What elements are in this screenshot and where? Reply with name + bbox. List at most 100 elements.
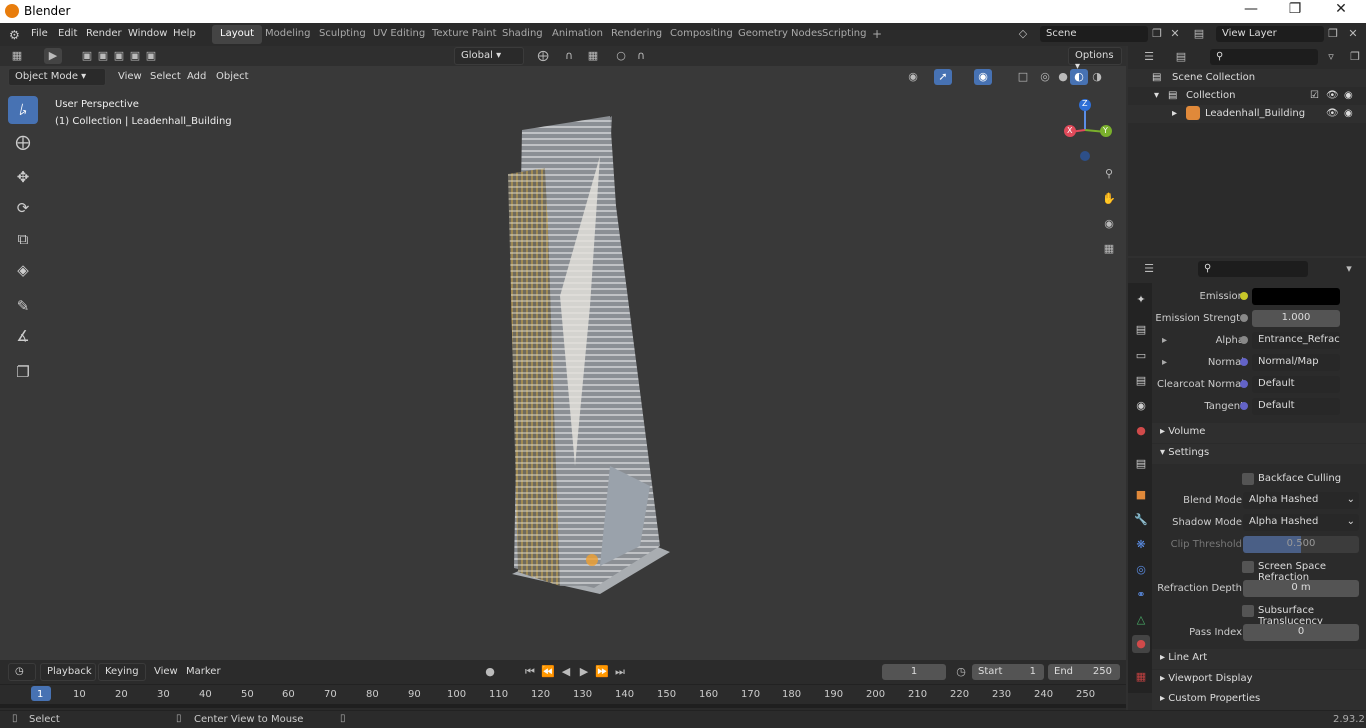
measure-tool[interactable]: ∡ — [8, 322, 38, 350]
gizmo-toggle-icon[interactable]: ➚ — [934, 69, 952, 85]
camera-view-icon[interactable]: ◉ — [1100, 216, 1118, 232]
scene-tab-icon[interactable]: ◉ — [1132, 397, 1150, 415]
prev-keyframe-icon[interactable]: ⏪ — [539, 664, 557, 680]
camera-icon[interactable]: ◉ — [1344, 87, 1353, 105]
tab-shading[interactable]: Shading — [494, 25, 551, 44]
cursor-tool[interactable]: ⨁ — [8, 128, 38, 156]
editor-type-icon[interactable]: ▦ — [8, 48, 26, 64]
object-tab-icon[interactable]: ■ — [1132, 486, 1150, 504]
add-workspace-icon[interactable]: + — [866, 25, 888, 44]
material-tab-icon[interactable]: ● — [1132, 635, 1150, 653]
outliner-editor-type-icon[interactable]: ☰ — [1140, 49, 1158, 65]
view-layer-field[interactable]: View Layer — [1216, 26, 1324, 42]
select-box-tool[interactable]: ⭞ — [8, 96, 38, 124]
eye-icon[interactable]: 👁 — [1326, 87, 1339, 105]
display-mode-icon[interactable]: ▤ — [1172, 49, 1190, 65]
emission-strength-socket-icon[interactable] — [1240, 314, 1248, 322]
select-tool-icon[interactable]: ▶ — [44, 48, 62, 64]
new-collection-icon[interactable]: ❐ — [1346, 49, 1364, 65]
line-art-panel-header[interactable]: ▸ Line Art — [1152, 649, 1366, 669]
timeline-ruler[interactable]: 1 10 20 30 40 50 60 70 80 90 100 110 120… — [0, 684, 1126, 710]
timeline-editor-type-icon[interactable]: ◷ — [8, 663, 36, 681]
blender-menu-icon[interactable]: ⚙ — [9, 28, 20, 42]
shadow-mode-dropdown[interactable]: Alpha Hashed ⌄ — [1243, 514, 1359, 531]
zoom-icon[interactable]: ⚲ — [1100, 166, 1118, 182]
rotate-tool[interactable]: ⟳ — [8, 194, 38, 222]
expand-arrow-icon[interactable]: ▸ — [1172, 105, 1177, 123]
tab-modeling[interactable]: Modeling — [257, 25, 319, 44]
add-cube-tool[interactable]: ❐ — [8, 358, 38, 386]
menu-render[interactable]: Render — [86, 28, 122, 39]
refraction-depth-field[interactable]: 0 m — [1243, 580, 1359, 597]
navigation-gizmo[interactable]: Z Y X — [1058, 96, 1118, 164]
move-tool[interactable]: ✥ — [8, 163, 38, 191]
jump-start-icon[interactable]: ⏮ — [521, 664, 539, 680]
render-tab-icon[interactable]: ▤ — [1132, 321, 1150, 339]
timeline-scrollbar[interactable] — [0, 704, 1126, 708]
timeline-menu-view[interactable]: View — [154, 666, 178, 677]
minimize-icon[interactable]: — — [1236, 1, 1266, 17]
emission-socket-icon[interactable] — [1240, 292, 1248, 300]
tool-tab-icon[interactable]: ✦ — [1132, 291, 1150, 309]
new-view-layer-icon[interactable]: ❐ — [1324, 26, 1342, 42]
overlay-toggle-icon[interactable]: ◉ — [974, 69, 992, 85]
volume-panel-header[interactable]: ▸ Volume — [1152, 423, 1366, 443]
delete-view-layer-icon[interactable]: ✕ — [1344, 26, 1362, 42]
sss-checkbox[interactable] — [1242, 605, 1254, 617]
emission-color-field[interactable] — [1252, 288, 1340, 305]
pivot-point-icon[interactable]: ⨁ — [534, 48, 552, 64]
viewport-menu-add[interactable]: Add — [187, 71, 206, 82]
jump-end-icon[interactable]: ⏭ — [611, 664, 629, 680]
select-mode-intersect-icon[interactable]: ▣ — [142, 48, 160, 64]
end-frame-field[interactable]: End 250 — [1048, 664, 1120, 680]
texture-tab-icon[interactable]: ▦ — [1132, 668, 1150, 686]
delete-scene-icon[interactable]: ✕ — [1166, 26, 1184, 42]
clearcoat-socket-icon[interactable] — [1240, 380, 1248, 388]
properties-editor-type-icon[interactable]: ☰ — [1140, 261, 1158, 277]
ssr-checkbox[interactable] — [1242, 561, 1254, 573]
alpha-link-field[interactable]: Entrance_Refract_in... — [1252, 332, 1340, 349]
scene-icon[interactable]: ◇ — [1014, 26, 1032, 42]
constraints-tab-icon[interactable]: ⚭ — [1132, 586, 1150, 604]
tab-layout[interactable]: Layout — [212, 25, 262, 44]
proportional-edit-icon[interactable]: ○ — [612, 48, 630, 64]
menu-window[interactable]: Window — [128, 28, 167, 39]
outliner-row-scene-collection[interactable]: ▤ Scene Collection — [1128, 69, 1366, 87]
outliner-row-collection[interactable]: ▾ ▤ Collection ☑ 👁 ◉ — [1128, 87, 1366, 105]
view-layer-tab-icon[interactable]: ▤ — [1132, 372, 1150, 390]
tab-uv-editing[interactable]: UV Editing — [365, 25, 433, 44]
tab-animation[interactable]: Animation — [544, 25, 611, 44]
tab-texture-paint[interactable]: Texture Paint — [424, 25, 505, 44]
3d-viewport[interactable] — [0, 46, 1126, 660]
expand-arrow-icon[interactable]: ▸ — [1162, 335, 1167, 346]
modifier-tab-icon[interactable]: 🔧 — [1132, 511, 1150, 529]
outliner-search-input[interactable]: ⚲ — [1210, 49, 1318, 65]
falloff-icon[interactable]: ∩ — [632, 48, 650, 64]
tab-rendering[interactable]: Rendering — [603, 25, 670, 44]
object-mode-dropdown[interactable]: Object Mode ▾ — [8, 68, 106, 86]
preview-range-icon[interactable]: ◷ — [952, 664, 970, 680]
viewport-menu-object[interactable]: Object — [216, 71, 249, 82]
play-reverse-icon[interactable]: ◀ — [557, 664, 575, 680]
settings-panel-header[interactable]: ▾ Settings — [1152, 444, 1366, 464]
timeline-menu-marker[interactable]: Marker — [186, 666, 221, 677]
exclude-checkbox-icon[interactable]: ☑ — [1310, 87, 1319, 105]
filter-icon[interactable]: ▿ — [1322, 49, 1340, 65]
play-icon[interactable]: ▶ — [575, 664, 593, 680]
transform-tool[interactable]: ◈ — [8, 256, 38, 284]
new-scene-icon[interactable]: ❐ — [1148, 26, 1166, 42]
scale-tool[interactable]: ⧉ — [8, 225, 38, 253]
custom-properties-panel-header[interactable]: ▸ Custom Properties — [1152, 690, 1366, 710]
transform-orientation-dropdown[interactable]: Global ▾ — [454, 47, 524, 65]
physics-tab-icon[interactable]: ◎ — [1132, 561, 1150, 579]
particles-tab-icon[interactable]: ❋ — [1132, 536, 1150, 554]
pass-index-field[interactable]: 0 — [1243, 624, 1359, 641]
properties-search-input[interactable]: ⚲ — [1198, 261, 1308, 277]
eye-icon[interactable]: 👁 — [1326, 105, 1339, 123]
output-tab-icon[interactable]: ▭ — [1132, 347, 1150, 365]
tangent-socket-icon[interactable] — [1240, 402, 1248, 410]
annotate-tool[interactable]: ✎ — [8, 292, 38, 320]
normal-socket-icon[interactable] — [1240, 358, 1248, 366]
material-shading-icon[interactable]: ◐ — [1070, 69, 1088, 85]
options-dropdown[interactable]: Options ▾ — [1068, 47, 1122, 72]
